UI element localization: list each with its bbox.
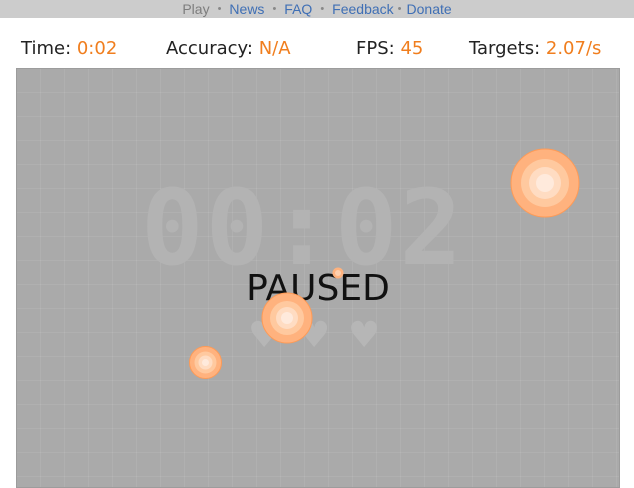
nav-play[interactable]: Play [182,1,209,17]
stat-colon: : [65,38,77,59]
fps-label: FPS [356,38,389,59]
targets-value: 2.07/s [545,38,602,59]
nav-faq[interactable]: FAQ [284,1,312,17]
target[interactable] [510,148,580,218]
stat-colon: : [388,38,401,59]
top-nav: Play • News • FAQ • Feedback • Donate [0,0,634,18]
accuracy-label: Accuracy [166,38,247,59]
paused-label: PAUSED [246,268,390,309]
time-stat: Time: 0:02 [21,38,117,59]
game-area[interactable]: 00:02 ♥ ♥ ♥ PAUSED [16,68,620,488]
target[interactable] [189,346,222,379]
heart-icon: ♥ [348,315,381,356]
fps-stat: FPS: 45 [356,38,423,59]
game-clock: 00:02 [141,167,465,289]
fps-value: 45 [400,38,424,59]
target[interactable] [332,267,344,279]
nav-news[interactable]: News [229,1,264,17]
accuracy-value: N/A [258,38,291,59]
nav-separator: • [272,3,277,15]
accuracy-stat: Accuracy: N/A [166,38,291,59]
nav-separator: • [320,3,325,15]
stat-colon: : [246,38,253,59]
time-label: Time [21,38,66,59]
stat-colon: : [534,38,546,59]
time-value: 0:02 [76,38,118,59]
nav-feedback[interactable]: Feedback [332,1,393,17]
target[interactable] [261,292,313,344]
targets-stat: Targets: 2.07/s [469,38,601,59]
targets-label: Targets [469,38,535,59]
nav-donate[interactable]: Donate [407,1,452,17]
stats-bar: Time: 0:02 Accuracy: N/A FPS: 45 Targets… [0,38,634,64]
nav-separator: • [397,3,402,15]
nav-separator: • [217,3,222,15]
